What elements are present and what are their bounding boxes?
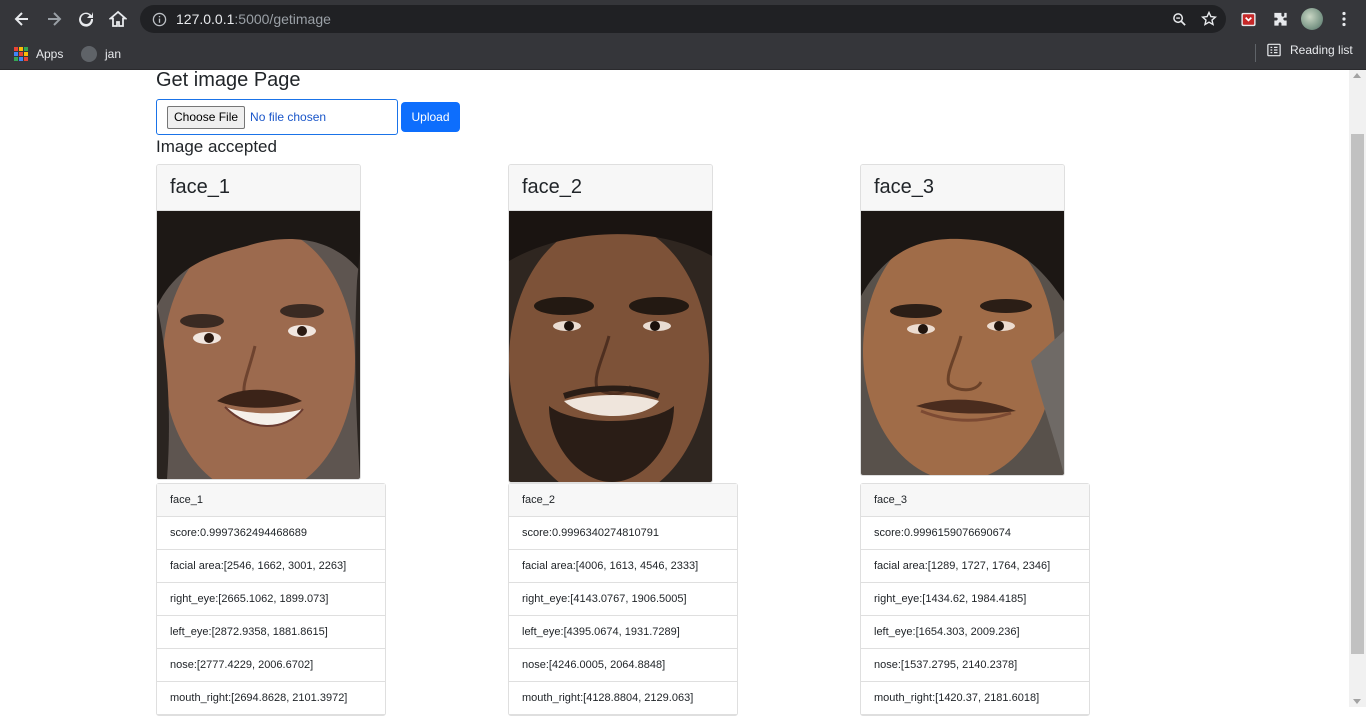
file-status-text: No file chosen	[250, 110, 327, 124]
face-info-title: face_1	[157, 484, 385, 517]
nose-row: nose:[1537.2795, 2140.2378]	[861, 649, 1089, 682]
face-info-title: face_3	[861, 484, 1089, 517]
facial-area-row: facial area:[1289, 1727, 1764, 2346]	[861, 550, 1089, 583]
right-eye-row: right_eye:[4143.0767, 1906.5005]	[509, 583, 737, 616]
scrollbar-thumb[interactable]	[1351, 134, 1364, 654]
bookmark-jan-label: jan	[105, 47, 122, 61]
reading-list-button[interactable]: Reading list	[1267, 43, 1353, 57]
face-card-1: face_1	[156, 164, 361, 480]
home-icon[interactable]	[106, 7, 130, 31]
nose-row: nose:[4246.0005, 2064.8848]	[509, 649, 737, 682]
bookmark-star-icon[interactable]	[1200, 10, 1218, 28]
bookmark-jan[interactable]: jan	[81, 43, 121, 65]
score-row: score:0.9996159076690674	[861, 517, 1089, 550]
mouth-right-row: mouth_right:[1420.37, 2181.6018]	[861, 682, 1089, 715]
profile-avatar[interactable]	[1301, 8, 1323, 30]
bookmarks-separator	[1255, 44, 1256, 62]
forward-arrow-icon[interactable]	[42, 7, 66, 31]
reload-icon[interactable]	[74, 7, 98, 31]
bookmarks-bar: Apps jan	[0, 38, 1366, 70]
page-scrollbar[interactable]	[1349, 70, 1366, 707]
url-text: 127.0.0.1:5000/getimage	[176, 11, 331, 27]
upload-button[interactable]: Upload	[401, 102, 460, 132]
face-info-list-1: face_1 score:0.9997362494468689 facial a…	[156, 483, 386, 716]
scroll-down-arrow-icon[interactable]	[1353, 699, 1361, 704]
github-icon	[81, 46, 97, 62]
mouth-right-row: mouth_right:[4128.8804, 2129.063]	[509, 682, 737, 715]
face-card-title: face_2	[509, 165, 712, 211]
browser-toolbar: 127.0.0.1:5000/getimage	[0, 0, 1366, 38]
face-image-1	[157, 211, 360, 479]
page-title: Get image Page	[156, 69, 301, 91]
address-bar[interactable]: 127.0.0.1:5000/getimage	[140, 5, 1226, 33]
nose-row: nose:[2777.4229, 2006.6702]	[157, 649, 385, 682]
choose-file-button[interactable]: Choose File	[167, 105, 246, 129]
site-info-icon[interactable]	[151, 11, 167, 27]
reading-list-label: Reading list	[1290, 43, 1353, 57]
left-eye-row: left_eye:[2872.9358, 1881.8615]	[157, 616, 385, 649]
apps-grid-icon	[14, 47, 28, 61]
face-info-title: face_2	[509, 484, 737, 517]
face-image-2	[509, 211, 712, 482]
extensions-puzzle-icon[interactable]	[1270, 9, 1290, 29]
file-input[interactable]: Choose File No file chosen	[156, 99, 398, 135]
bookmark-apps[interactable]: Apps	[14, 43, 63, 65]
back-arrow-icon[interactable]	[10, 7, 34, 31]
browser-menu-icon[interactable]	[1336, 9, 1352, 29]
right-eye-row: right_eye:[2665.1062, 1899.073]	[157, 583, 385, 616]
face-image-3	[861, 211, 1064, 475]
face-card-3: face_3	[860, 164, 1065, 476]
url-host: 127.0.0.1	[176, 11, 235, 27]
face-card-title: face_1	[157, 165, 360, 211]
score-row: score:0.9997362494468689	[157, 517, 385, 550]
status-message: Image accepted	[156, 137, 277, 156]
reading-list-icon	[1267, 43, 1281, 57]
right-eye-row: right_eye:[1434.62, 1984.4185]	[861, 583, 1089, 616]
url-path: :5000/getimage	[234, 11, 331, 27]
pocket-extension-icon[interactable]	[1238, 9, 1258, 29]
face-card-2: face_2	[508, 164, 713, 483]
face-info-list-2: face_2 score:0.9996340274810791 facial a…	[508, 483, 738, 716]
bookmark-apps-label: Apps	[36, 47, 64, 61]
face-info-list-3: face_3 score:0.9996159076690674 facial a…	[860, 483, 1090, 716]
facial-area-row: facial area:[2546, 1662, 3001, 2263]	[157, 550, 385, 583]
facial-area-row: facial area:[4006, 1613, 4546, 2333]	[509, 550, 737, 583]
zoom-icon[interactable]	[1170, 10, 1188, 28]
left-eye-row: left_eye:[1654.303, 2009.236]	[861, 616, 1089, 649]
left-eye-row: left_eye:[4395.0674, 1931.7289]	[509, 616, 737, 649]
score-row: score:0.9996340274810791	[509, 517, 737, 550]
face-card-title: face_3	[861, 165, 1064, 211]
scroll-up-arrow-icon[interactable]	[1353, 73, 1361, 78]
mouth-right-row: mouth_right:[2694.8628, 2101.3972]	[157, 682, 385, 715]
